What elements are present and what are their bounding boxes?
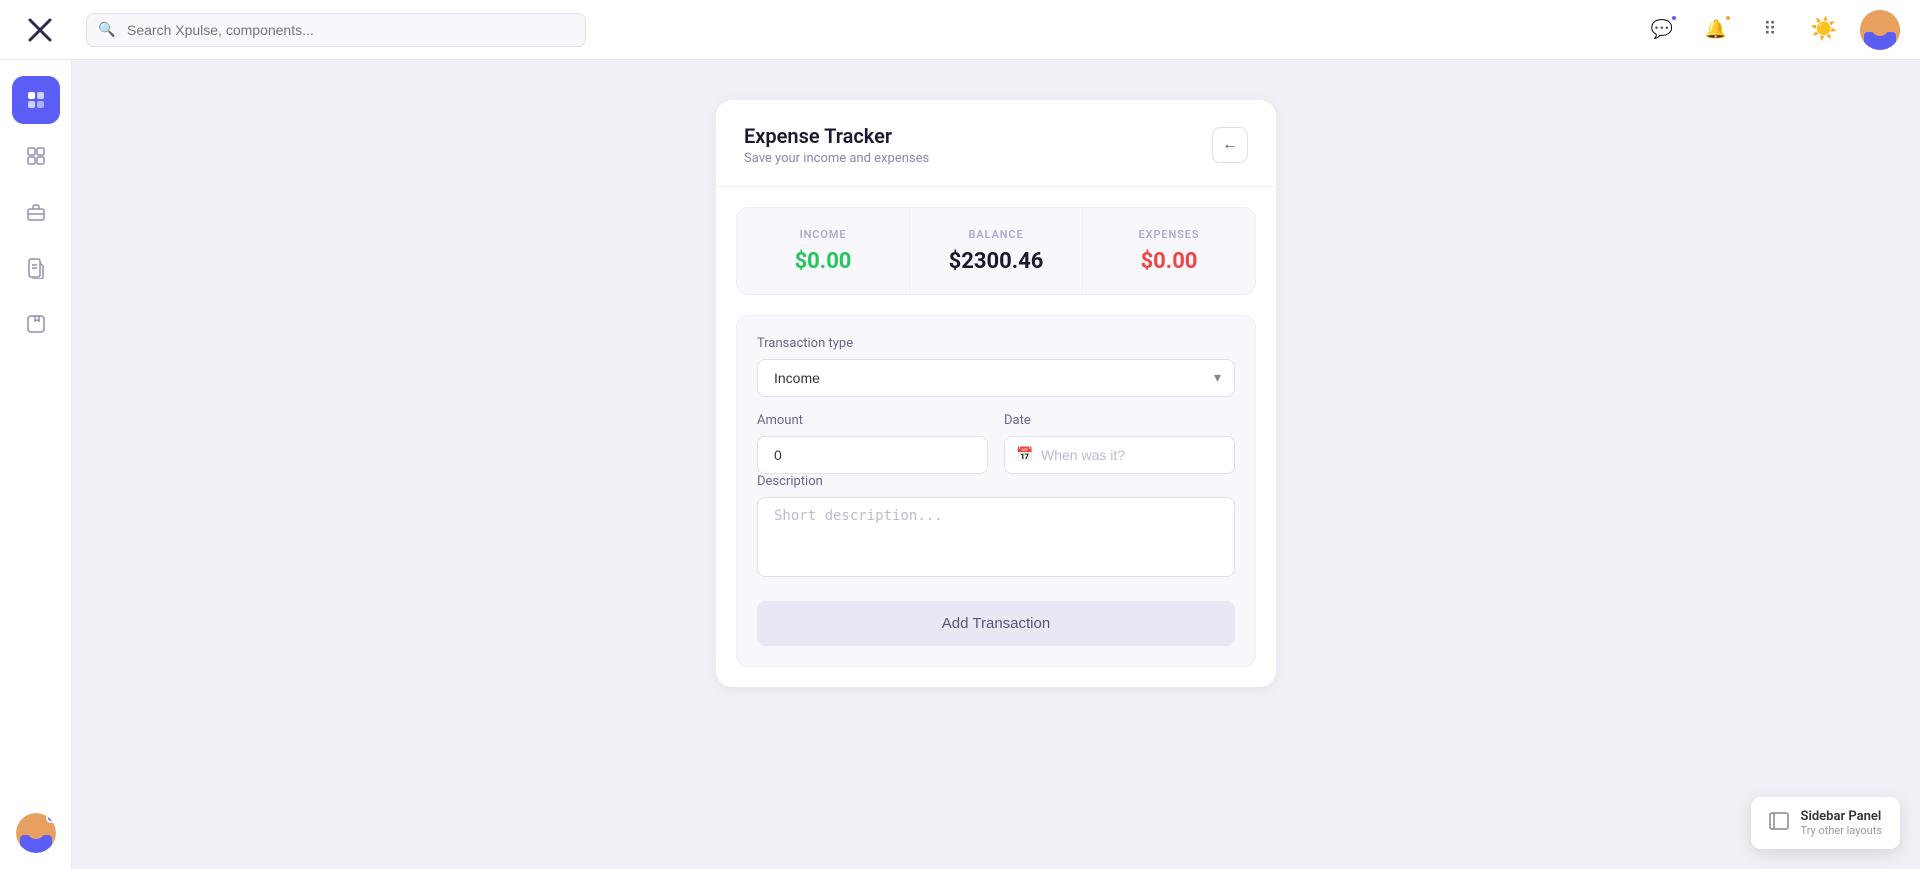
user-avatar[interactable] (1860, 10, 1900, 50)
app-logo[interactable] (20, 10, 60, 50)
tracker-title: Expense Tracker (744, 124, 929, 148)
messages-button[interactable]: 💬 (1644, 12, 1680, 48)
content-area: Expense Tracker Save your income and exp… (72, 60, 1920, 869)
description-input[interactable] (757, 497, 1235, 577)
transaction-type-select[interactable]: Income Expense (757, 359, 1235, 397)
sidebar-avatar-badge (46, 813, 56, 823)
amount-input[interactable] (757, 436, 988, 474)
panel-hint[interactable]: Sidebar Panel Try other layouts (1751, 797, 1900, 849)
tracker-header: Expense Tracker Save your income and exp… (716, 100, 1276, 187)
tracker-subtitle: Save your income and expenses (744, 151, 929, 166)
stat-expenses: EXPENSES $0.00 (1083, 208, 1255, 294)
transaction-type-label: Transaction type (757, 336, 1235, 351)
messages-badge (1670, 14, 1678, 22)
date-col: Date 📅 (1004, 413, 1235, 474)
stat-income: INCOME $0.00 (737, 208, 910, 294)
expenses-label: EXPENSES (1103, 228, 1235, 241)
main-layout: Expense Tracker Save your income and exp… (0, 60, 1920, 869)
add-transaction-button[interactable]: Add Transaction (757, 601, 1235, 646)
stat-balance: BALANCE $2300.46 (910, 208, 1083, 294)
date-input[interactable] (1004, 436, 1235, 474)
theme-toggle[interactable]: ☀️ (1806, 12, 1842, 48)
notifications-button[interactable]: 🔔 (1698, 12, 1734, 48)
date-input-wrapper: 📅 (1004, 436, 1235, 474)
stats-container: INCOME $0.00 BALANCE $2300.46 EXPENSES $… (736, 207, 1256, 295)
amount-col: Amount (757, 413, 988, 474)
expense-tracker-card: Expense Tracker Save your income and exp… (716, 100, 1276, 687)
amount-date-row: Amount Date 📅 (757, 413, 1235, 474)
back-button[interactable]: ← (1212, 127, 1248, 163)
sidebar-user-avatar[interactable] (16, 813, 56, 853)
expenses-value: $0.00 (1103, 249, 1235, 274)
sidebar-item-briefcase[interactable] (12, 188, 60, 236)
tracker-title-group: Expense Tracker Save your income and exp… (744, 124, 929, 166)
sidebar-item-dashboard[interactable] (12, 76, 60, 124)
description-label: Description (757, 474, 1235, 489)
sidebar-item-notes[interactable] (12, 300, 60, 348)
description-group: Description (757, 474, 1235, 581)
panel-hint-title: Sidebar Panel (1801, 809, 1882, 824)
balance-value: $2300.46 (930, 249, 1062, 274)
amount-label: Amount (757, 413, 988, 428)
search-container: 🔍 (86, 13, 586, 47)
panel-hint-text: Sidebar Panel Try other layouts (1801, 809, 1882, 837)
transaction-type-group: Transaction type Income Expense ▾ (757, 336, 1235, 397)
income-label: INCOME (757, 228, 889, 241)
transaction-form: Transaction type Income Expense ▾ Amount (736, 315, 1256, 667)
balance-label: BALANCE (930, 228, 1062, 241)
panel-hint-subtitle: Try other layouts (1801, 824, 1882, 837)
navbar-right: 💬 🔔 ⠿ ☀️ (1644, 10, 1900, 50)
sidebar-item-document[interactable] (12, 244, 60, 292)
sidebar (0, 60, 72, 869)
sidebar-bottom (16, 813, 56, 853)
sidebar-item-grid[interactable] (12, 132, 60, 180)
team-button[interactable]: ⠿ (1752, 12, 1788, 48)
panel-hint-icon (1769, 811, 1789, 836)
calendar-icon: 📅 (1016, 447, 1033, 463)
transaction-type-select-wrapper: Income Expense ▾ (757, 359, 1235, 397)
search-input[interactable] (86, 13, 586, 47)
income-value: $0.00 (757, 249, 889, 274)
navbar: 🔍 💬 🔔 ⠿ ☀️ (0, 0, 1920, 60)
date-label: Date (1004, 413, 1235, 428)
search-icon: 🔍 (98, 22, 115, 38)
notifications-badge (1724, 14, 1732, 22)
